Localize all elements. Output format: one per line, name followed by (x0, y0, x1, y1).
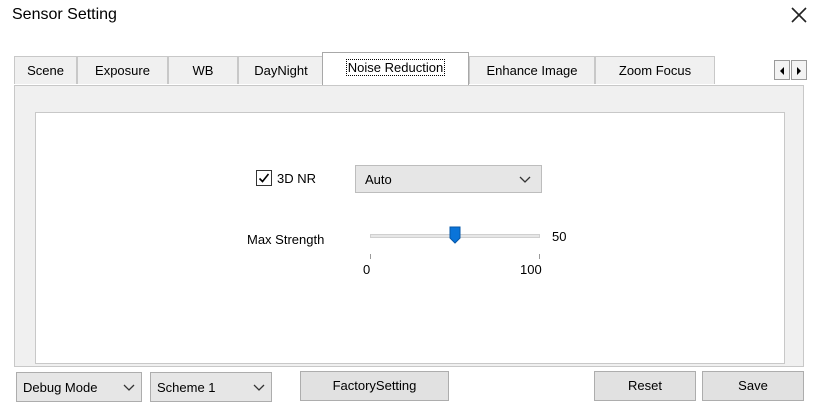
3d-nr-checkbox[interactable] (256, 170, 272, 186)
tab-enhance-image-label: Enhance Image (486, 63, 578, 78)
tab-wb-label: WB (192, 63, 214, 78)
tab-daynight[interactable]: DayNight (238, 56, 324, 84)
tab-scroll-buttons (774, 60, 808, 80)
tab-strip: Scene Exposure WB DayNight Noise Reducti… (14, 52, 807, 86)
factory-setting-button[interactable]: FactorySetting (300, 371, 449, 401)
max-strength-value: 50 (552, 229, 567, 244)
tab-exposure[interactable]: Exposure (77, 56, 168, 84)
3d-nr-label: 3D NR (277, 171, 317, 186)
debug-mode-value: Debug Mode (23, 380, 98, 395)
tab-zoom-focus-label: Zoom Focus (618, 63, 692, 78)
slider-tick-min (370, 254, 371, 259)
tab-noise-reduction-label: Noise Reduction (345, 59, 446, 76)
scheme-select[interactable]: Scheme 1 (150, 372, 272, 402)
tab-daynight-label: DayNight (254, 63, 308, 78)
close-icon[interactable] (788, 4, 810, 26)
reset-button[interactable]: Reset (594, 371, 696, 401)
slider-thumb[interactable] (449, 226, 461, 244)
debug-mode-select[interactable]: Debug Mode (16, 372, 142, 402)
nr-mode-select[interactable]: Auto (355, 165, 542, 193)
tab-zoom-focus[interactable]: Zoom Focus (595, 56, 715, 84)
tab-enhance-image[interactable]: Enhance Image (469, 56, 595, 84)
max-strength-slider[interactable] (370, 226, 540, 248)
tab-noise-reduction[interactable]: Noise Reduction (322, 52, 469, 85)
chevron-down-icon (123, 384, 135, 391)
slider-min-label: 0 (363, 262, 371, 277)
arrow-right-icon[interactable] (791, 60, 807, 80)
chevron-down-icon (253, 384, 265, 391)
tab-scene[interactable]: Scene (14, 56, 77, 84)
scheme-value: Scheme 1 (157, 380, 216, 395)
slider-max-label: 100 (520, 262, 542, 277)
chevron-down-icon (519, 176, 531, 183)
nr-mode-value: Auto (365, 172, 392, 187)
slider-tick-max (539, 254, 540, 259)
tab-scene-label: Scene (27, 63, 64, 78)
tab-exposure-label: Exposure (95, 63, 150, 78)
window-title: Sensor Setting (12, 6, 117, 23)
tab-wb[interactable]: WB (168, 56, 238, 84)
save-button[interactable]: Save (702, 371, 804, 401)
arrow-left-icon[interactable] (774, 60, 790, 80)
max-strength-label: Max Strength (247, 232, 325, 247)
